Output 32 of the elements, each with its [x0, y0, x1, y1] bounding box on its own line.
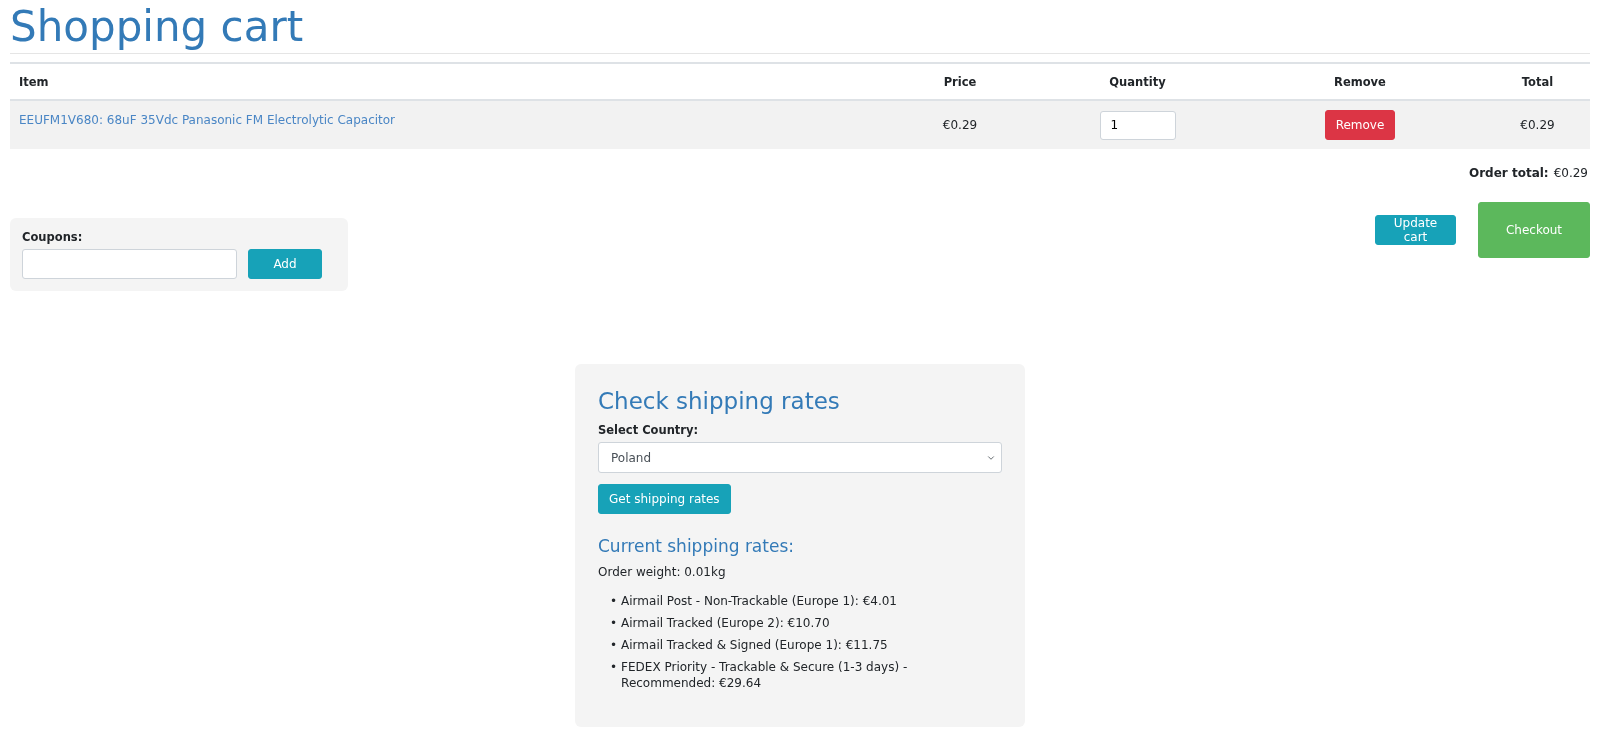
- shipping-title: Check shipping rates: [598, 388, 841, 414]
- update-cart-button[interactable]: Update cart: [1375, 215, 1456, 245]
- order-weight: Order weight: 0.01kg: [598, 565, 727, 579]
- column-header: Price: [942, 74, 978, 89]
- shipping-rate: FEDEX Priority - Trackable & Secure (1-3 days) - Recommended: €29.64: [621, 659, 909, 691]
- quantity-input[interactable]: 1: [1099, 110, 1176, 140]
- get-rates-button[interactable]: Get shipping rates: [598, 484, 731, 514]
- bullet: •: [610, 637, 618, 653]
- page-title: Shopping cart: [10, 0, 1590, 54]
- coupon-input[interactable]: [22, 249, 237, 279]
- total-cell: €0.29: [1520, 118, 1555, 132]
- price-cell: €0.29: [942, 118, 978, 132]
- rates-heading: Current shipping rates:: [598, 536, 795, 556]
- column-header: Total: [1520, 74, 1555, 89]
- shipping-rate: Airmail Post - Non-Trackable (Europe 1): €4.01: [621, 593, 897, 609]
- bullet: •: [610, 659, 618, 676]
- bullet: •: [610, 615, 618, 631]
- bullet: •: [610, 593, 618, 609]
- country-label: Select Country:: [598, 423, 700, 437]
- shipping-rate: Airmail Tracked (Europe 2): €10.70: [621, 615, 830, 631]
- order-total-label: Order total:: [1468, 166, 1549, 180]
- coupons-label: Coupons:: [22, 230, 84, 244]
- add-button[interactable]: Add: [248, 249, 322, 279]
- shipping-rate: Airmail Tracked & Signed (Europe 1): €11.75: [621, 637, 888, 653]
- column-header: Item: [18, 74, 50, 89]
- country-select[interactable]: Poland: [598, 442, 1002, 473]
- remove-button[interactable]: Remove: [1324, 110, 1396, 140]
- product-link[interactable]: EEUFM1V680: 68uF 35Vdc Panasonic FM Electrolytic Capacitor: [10, 101, 880, 149]
- column-header: Quantity: [1108, 74, 1167, 89]
- column-header: Remove: [1333, 74, 1387, 89]
- checkout-button[interactable]: Checkout: [1478, 202, 1590, 258]
- order-total-value: €0.29: [1553, 166, 1588, 180]
